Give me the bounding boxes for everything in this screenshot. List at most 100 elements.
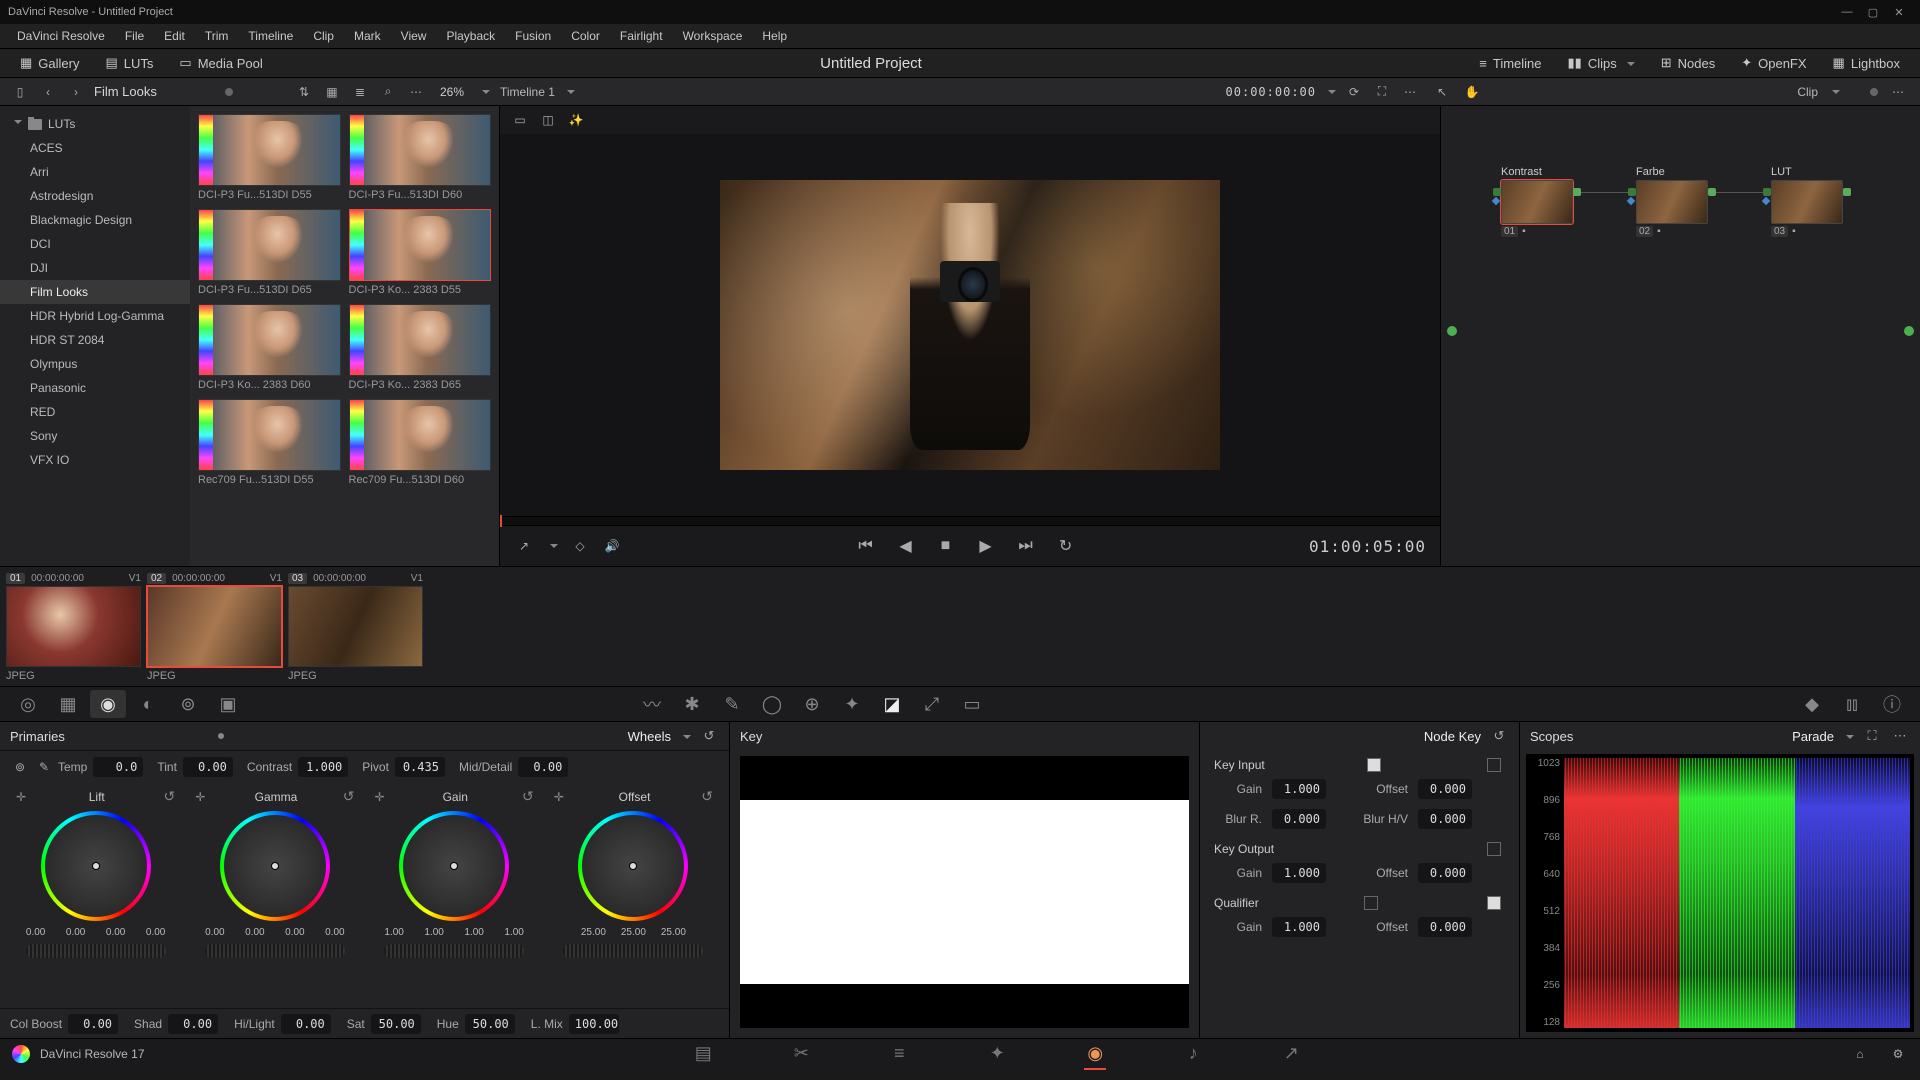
deliver-page-tab[interactable]: ↗ xyxy=(1277,1043,1305,1065)
info-palette[interactable]: ⓘ xyxy=(1874,690,1910,718)
gallery-toggle[interactable]: ▦Gallery xyxy=(12,52,87,74)
chevron-down-icon[interactable] xyxy=(1324,85,1336,99)
primaries-mode[interactable]: Wheels xyxy=(628,729,671,744)
lut-category-aces[interactable]: ACES xyxy=(0,136,190,160)
sizing-palette[interactable]: ⤢ xyxy=(914,690,950,718)
reset-button[interactable]: ↺ xyxy=(699,726,719,746)
openfx-toggle[interactable]: ✦OpenFX xyxy=(1733,52,1814,74)
bypass-button[interactable]: ⟳ xyxy=(1344,82,1364,102)
wheel-value[interactable]: 0.00 xyxy=(138,927,174,938)
color-wheel[interactable] xyxy=(41,811,151,921)
lut-thumb[interactable]: Rec709 Fu...513DI D60 xyxy=(349,399,492,486)
wheel-value[interactable]: 0.00 xyxy=(197,927,233,938)
viewer-timecode[interactable]: 00:00:00:00 xyxy=(1226,85,1316,99)
luts-toggle[interactable]: ▤LUTs xyxy=(97,52,161,74)
color-node[interactable]: Farbe 02▪ xyxy=(1636,166,1726,237)
lut-thumb[interactable]: DCI-P3 Fu...513DI D65 xyxy=(198,209,341,296)
more-button[interactable]: ⋯ xyxy=(406,82,426,102)
chevron-down-icon[interactable] xyxy=(546,539,558,553)
wheel-value[interactable]: 25.00 xyxy=(655,927,691,938)
search-button[interactable]: ⌕ xyxy=(378,82,398,102)
home-button[interactable]: ⌂ xyxy=(1850,1044,1870,1064)
project-settings-button[interactable]: ⚙ xyxy=(1888,1044,1908,1064)
magic-mask-palette[interactable]: ✦ xyxy=(834,690,870,718)
wheel-value[interactable]: 0.00 xyxy=(317,927,353,938)
lut-category-panasonic[interactable]: Panasonic xyxy=(0,376,190,400)
reset-icon[interactable]: ↺ xyxy=(343,788,355,805)
expand-button[interactable]: ⛶ xyxy=(1372,82,1392,102)
node-output-rgb[interactable] xyxy=(1573,188,1581,196)
timeline-name[interactable]: Timeline 1 xyxy=(500,85,555,99)
grid-view-button[interactable]: ▦ xyxy=(322,82,342,102)
wheel-indicator[interactable] xyxy=(629,862,637,870)
node-input-connector[interactable] xyxy=(1492,197,1500,205)
wheel-value[interactable]: 0.00 xyxy=(18,927,54,938)
wheel-value[interactable]: 25.00 xyxy=(615,927,651,938)
menu-mark[interactable]: Mark xyxy=(345,26,390,46)
audio-button[interactable]: 🔊 xyxy=(602,536,622,556)
invert-toggle[interactable] xyxy=(1487,758,1501,772)
adjust-value[interactable]: 50.00 xyxy=(371,1014,421,1034)
color-wheel[interactable] xyxy=(399,811,509,921)
invert-toggle[interactable] xyxy=(1487,896,1501,910)
tracker-palette[interactable]: ⊕ xyxy=(794,690,830,718)
adjust-value[interactable]: 50.00 xyxy=(465,1014,515,1034)
wheel-value[interactable]: 0.00 xyxy=(98,927,134,938)
color-node[interactable]: LUT 03▪ xyxy=(1771,166,1861,237)
node-input-connector[interactable] xyxy=(1627,197,1635,205)
3d-palette[interactable]: ▭ xyxy=(954,690,990,718)
adjust-value[interactable]: 0.00 xyxy=(183,757,233,777)
node-graph-output[interactable] xyxy=(1904,326,1914,336)
panel-toggle-button[interactable]: ▯ xyxy=(10,82,30,102)
wheel-value[interactable]: 25.00 xyxy=(575,927,611,938)
color-wheel[interactable] xyxy=(578,811,688,921)
lut-tree-root[interactable]: LUTs xyxy=(0,112,190,136)
lut-category-dji[interactable]: DJI xyxy=(0,256,190,280)
master-jog[interactable] xyxy=(26,944,166,958)
node-editor[interactable]: Kontrast 01▪Farbe 02▪LUT 03▪ xyxy=(1440,106,1920,566)
wheel-value[interactable]: 0.00 xyxy=(58,927,94,938)
nk-value[interactable]: 0.000 xyxy=(1418,809,1472,829)
fusion-page-tab[interactable]: ✦ xyxy=(983,1043,1011,1065)
image-wipe-button[interactable]: ▭ xyxy=(510,110,530,130)
lut-category-sony[interactable]: Sony xyxy=(0,424,190,448)
node-output-rgb[interactable] xyxy=(1708,188,1716,196)
reset-button[interactable]: ↺ xyxy=(1489,726,1509,746)
pointer-tool[interactable]: ↖ xyxy=(1432,82,1452,102)
more-button[interactable]: ⋯ xyxy=(1400,82,1420,102)
chevron-down-icon[interactable] xyxy=(1828,85,1840,99)
menu-fusion[interactable]: Fusion xyxy=(506,26,560,46)
wheel-indicator[interactable] xyxy=(92,862,100,870)
chevron-down-icon[interactable] xyxy=(563,85,575,99)
highlight-button[interactable]: ✨ xyxy=(566,110,586,130)
lut-category-olympus[interactable]: Olympus xyxy=(0,352,190,376)
wheel-indicator[interactable] xyxy=(271,862,279,870)
rgb-mixer-palette[interactable]: ⊚ xyxy=(170,690,206,718)
chevron-down-icon[interactable] xyxy=(478,85,490,99)
node-input-rgb[interactable] xyxy=(1628,188,1636,196)
menu-edit[interactable]: Edit xyxy=(155,26,194,46)
clip-thumbnail[interactable]: 02 00:00:00:00 V1 JPEG xyxy=(147,571,282,682)
menu-color[interactable]: Color xyxy=(562,26,609,46)
next-clip-button[interactable]: ⏭ xyxy=(1015,535,1037,557)
nk-value[interactable]: 0.000 xyxy=(1418,917,1472,937)
minimize-button[interactable]: — xyxy=(1834,3,1860,21)
menu-workspace[interactable]: Workspace xyxy=(674,26,752,46)
menu-playback[interactable]: Playback xyxy=(437,26,504,46)
lut-thumb[interactable]: DCI-P3 Fu...513DI D60 xyxy=(349,114,492,201)
more-button[interactable]: ⋯ xyxy=(1890,726,1910,746)
key-palette[interactable]: ◪ xyxy=(874,690,910,718)
key-viewer[interactable] xyxy=(740,756,1189,1028)
expand-button[interactable]: ⛶ xyxy=(1862,726,1882,746)
more-button[interactable]: ⋯ xyxy=(1888,82,1908,102)
scopes-palette[interactable]: ⫾⫾ xyxy=(1834,690,1870,718)
nk-value[interactable]: 1.000 xyxy=(1272,779,1326,799)
wheel-value[interactable]: 0.00 xyxy=(277,927,313,938)
play-button[interactable]: ▶ xyxy=(975,535,997,557)
primaries-palette[interactable]: ◉ xyxy=(90,690,126,718)
lut-thumb[interactable]: Rec709 Fu...513DI D55 xyxy=(198,399,341,486)
close-button[interactable]: ✕ xyxy=(1886,3,1912,21)
color-match-palette[interactable]: ▦ xyxy=(50,690,86,718)
split-button[interactable]: ◫ xyxy=(538,110,558,130)
stop-button[interactable]: ■ xyxy=(935,535,957,557)
